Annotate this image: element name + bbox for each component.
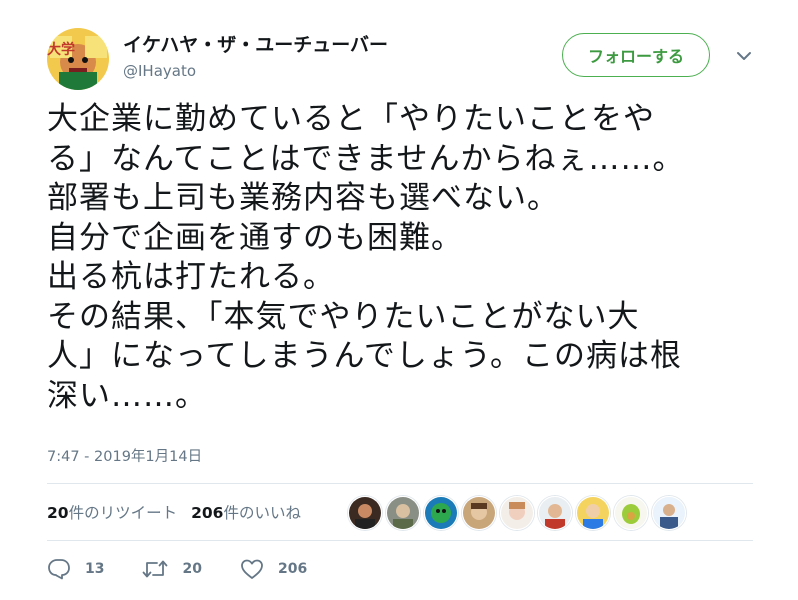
tweet-line: 部署も上司も業務内容も選べない。: [47, 180, 559, 216]
liker-avatar[interactable]: [576, 496, 610, 530]
tweet-line: 深い……。: [47, 377, 207, 414]
liker-avatar[interactable]: [386, 496, 420, 530]
engagement-stats: 20件のリツイート 206件のいいね: [47, 501, 301, 523]
tweet-text: 大企業に勤めていると「やりたいことをや る」なんてことはできませんからねぇ……。…: [47, 100, 767, 416]
likes-count: 206: [191, 504, 224, 522]
user-handle[interactable]: @IHayato: [123, 62, 196, 80]
heart-icon[interactable]: [240, 558, 264, 580]
likes-stat[interactable]: 206件のいいね: [191, 501, 301, 523]
liker-avatar[interactable]: [614, 496, 648, 530]
tweet-actions: 13 20 206: [47, 558, 345, 580]
display-name[interactable]: イケハヤ・ザ・ユーチューバー: [123, 30, 388, 57]
tweet-line: 出る杭は打たれる。: [47, 259, 335, 295]
tweet-line: その結果、「本気でやりたいことがない大: [47, 298, 640, 335]
tweet-line: る」なんてことはできませんからねぇ……。: [47, 140, 685, 177]
likes-label: 件のいいね: [223, 504, 301, 522]
avatar[interactable]: 大学: [47, 28, 109, 90]
reply-icon[interactable]: [47, 558, 71, 580]
tweet-line: 自分で企画を通すのも困難。: [47, 219, 463, 256]
retweets-count: 20: [47, 504, 69, 522]
liker-avatar[interactable]: [538, 496, 572, 530]
liker-avatars: [348, 496, 686, 530]
like-action[interactable]: 206: [240, 558, 307, 580]
retweet-action[interactable]: 20: [142, 559, 202, 579]
liker-avatar[interactable]: [500, 496, 534, 530]
retweets-stat[interactable]: 20件のリツイート: [47, 501, 177, 523]
liker-avatar[interactable]: [462, 496, 496, 530]
liker-avatar[interactable]: [348, 496, 382, 530]
retweets-label: 件のリツイート: [68, 504, 178, 522]
divider: [47, 540, 753, 541]
tweet-line: 人」になってしまうんでしょう。この病は根: [47, 338, 683, 374]
retweet-icon[interactable]: [142, 559, 168, 579]
liker-avatar[interactable]: [652, 496, 686, 530]
divider: [47, 483, 753, 484]
tweet-line: 大企業に勤めていると「やりたいことをや: [47, 101, 655, 137]
reply-action[interactable]: 13: [47, 558, 104, 580]
follow-button[interactable]: フォローする: [562, 33, 710, 77]
retweet-count: 20: [182, 561, 202, 577]
tweet-timestamp[interactable]: 7:47 - 2019年1月14日: [47, 445, 202, 466]
chevron-down-icon[interactable]: [734, 46, 754, 66]
liker-avatar[interactable]: [424, 496, 458, 530]
reply-count: 13: [85, 561, 105, 577]
svg-text:大学: 大学: [47, 41, 75, 58]
like-count: 206: [277, 561, 308, 577]
